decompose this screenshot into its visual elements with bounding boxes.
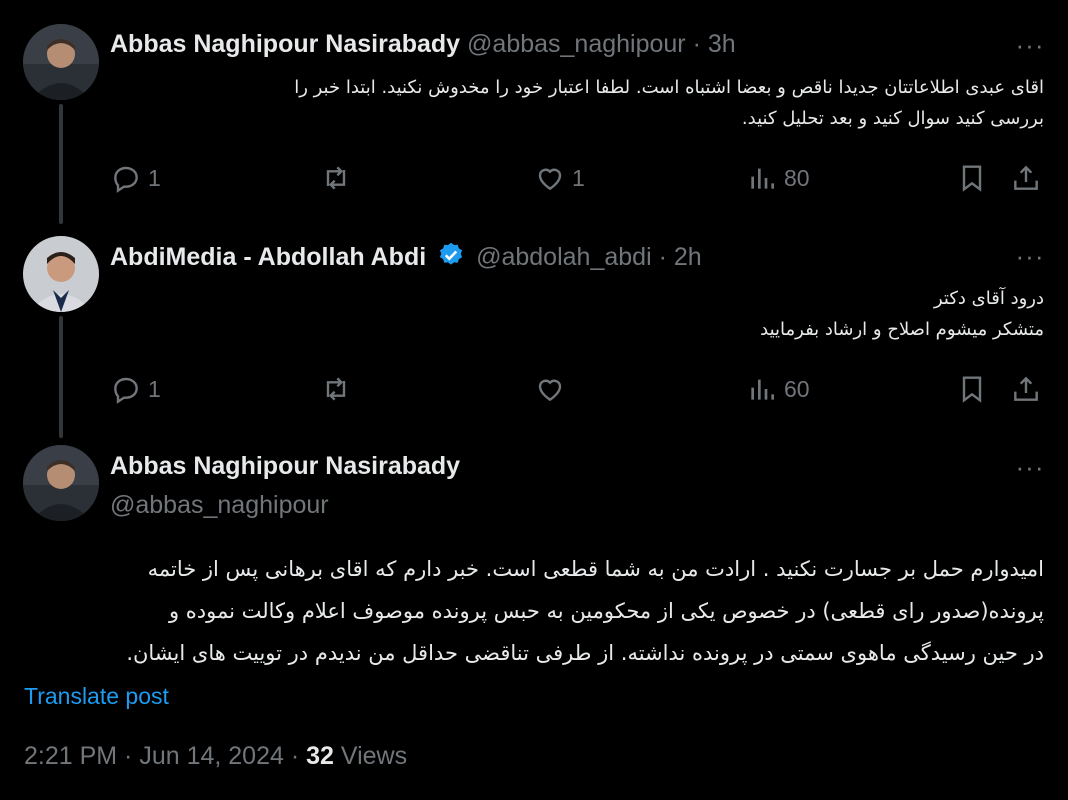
verified-badge-icon xyxy=(440,242,463,265)
handle[interactable]: @abdolah_abdi xyxy=(476,243,652,271)
reply-button[interactable]: 1 xyxy=(110,158,161,198)
like-icon xyxy=(538,379,562,402)
tweet-line: بررسی کنید سوال کنید و بعد تحلیل کنید. xyxy=(741,108,1044,129)
bookmark-button[interactable] xyxy=(956,369,988,409)
timestamp[interactable]: · 2h xyxy=(659,243,702,271)
display-name[interactable]: Abbas Naghipour Nasirabady xyxy=(110,452,460,481)
tweet-header: Abbas Naghipour Nasirabady @abbas_naghip… xyxy=(110,452,460,520)
repost-button[interactable] xyxy=(320,369,352,409)
translate-post-link[interactable]: Translate post xyxy=(24,683,169,710)
views-icon xyxy=(751,379,774,400)
action-bar: 1 1 80 xyxy=(110,158,1045,198)
like-count: 1 xyxy=(572,164,585,191)
more-icon[interactable]: ··· xyxy=(1010,454,1050,484)
tweet-line: پرونده(صدور رای قطعی) در خصوص یکی از محک… xyxy=(168,599,1044,623)
display-name[interactable]: AbdiMedia - Abdollah Abdi xyxy=(110,243,426,271)
avatar[interactable] xyxy=(23,445,99,521)
views-label: Views xyxy=(333,742,408,770)
views-button[interactable]: 80 xyxy=(746,158,810,198)
handle[interactable]: @abbas_naghipour xyxy=(110,491,460,520)
tweet-text: امیدوارم حمل بر جسارت نکنید . ارادت من ب… xyxy=(19,548,1044,674)
tweet-header: AbdiMedia - Abdollah Abdi @abdolah_abdi … xyxy=(110,241,702,272)
bookmark-button[interactable] xyxy=(956,158,988,198)
tweet-line: امیدوارم حمل بر جسارت نکنید . ارادت من ب… xyxy=(147,557,1044,581)
like-button[interactable]: 1 xyxy=(534,158,585,198)
views-icon xyxy=(751,168,774,189)
tweet-header: Abbas Naghipour Nasirabady @abbas_naghip… xyxy=(110,30,736,59)
thread-line xyxy=(59,104,63,224)
repost-icon xyxy=(326,377,346,401)
tweet-text: اقای عبدی اطلاعاتتان جدیدا ناقص و بعضا ا… xyxy=(144,72,1044,134)
thread-line xyxy=(59,316,63,438)
tweet-text: درود آقای دکتر متشکر میشوم اصلاح و ارشاد… xyxy=(144,283,1044,345)
avatar[interactable] xyxy=(23,24,99,100)
tweet-line: متشکر میشوم اصلاح و ارشاد بفرمایید xyxy=(760,319,1044,340)
display-name[interactable]: Abbas Naghipour Nasirabady xyxy=(110,30,460,58)
share-button[interactable] xyxy=(1010,369,1042,409)
tweet-line: درود آقای دکتر xyxy=(934,288,1044,309)
more-icon[interactable]: ··· xyxy=(1010,243,1050,273)
post-meta: 2:21 PM · Jun 14, 2024 · 32 Views xyxy=(24,742,407,771)
like-icon xyxy=(538,168,562,191)
reply-count: 1 xyxy=(148,164,161,191)
reply-count: 1 xyxy=(148,375,161,402)
post-timestamp[interactable]: 2:21 PM · Jun 14, 2024 · xyxy=(24,742,306,770)
views-count: 32 xyxy=(306,742,334,770)
tweet-line: اقای عبدی اطلاعاتتان جدیدا ناقص و بعضا ا… xyxy=(294,77,1044,98)
views-button[interactable]: 60 xyxy=(746,369,810,409)
handle[interactable]: @abbas_naghipour xyxy=(467,30,686,58)
share-icon xyxy=(1014,376,1038,401)
avatar[interactable] xyxy=(23,236,99,312)
views-count: 60 xyxy=(784,375,810,402)
tweet-line: در حین رسیدگی ماهوی سمتی در پرونده نداشت… xyxy=(126,641,1044,665)
bookmark-icon xyxy=(962,165,982,192)
share-icon xyxy=(1014,165,1038,190)
reply-icon xyxy=(114,166,138,193)
reply-button[interactable]: 1 xyxy=(110,369,161,409)
timestamp[interactable]: · 3h xyxy=(693,30,736,58)
action-bar: 1 60 xyxy=(110,369,1045,409)
share-button[interactable] xyxy=(1010,158,1042,198)
repost-button[interactable] xyxy=(320,158,352,198)
views-count: 80 xyxy=(784,164,810,191)
repost-icon xyxy=(326,166,346,190)
bookmark-icon xyxy=(962,376,982,403)
like-button[interactable] xyxy=(534,369,566,409)
reply-icon xyxy=(114,377,138,404)
more-icon[interactable]: ··· xyxy=(1010,32,1050,62)
